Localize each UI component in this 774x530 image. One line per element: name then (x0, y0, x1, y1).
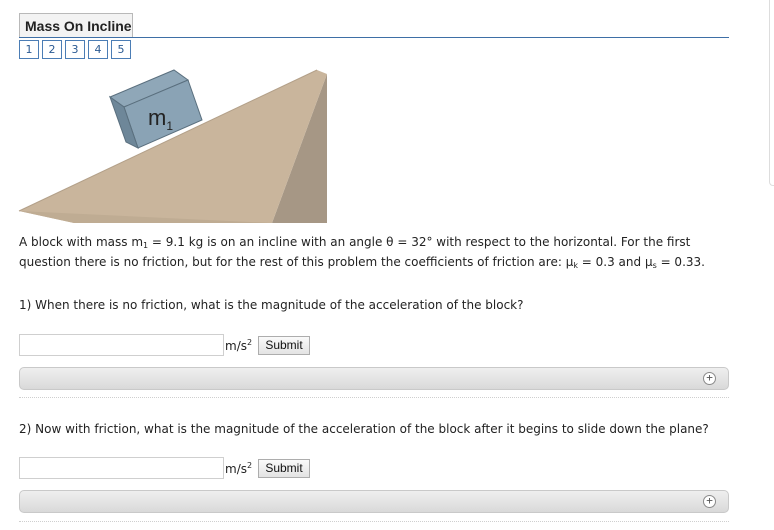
separator (19, 397, 729, 398)
answer-2-unit: m/s2 (225, 461, 253, 476)
hint-2-expander[interactable]: + (19, 490, 729, 513)
page-1-button[interactable]: 1 (19, 40, 39, 59)
page-3-button[interactable]: 3 (65, 40, 85, 59)
separator (19, 521, 729, 522)
problem-title: Mass On Incline (19, 13, 133, 37)
scrollbar[interactable] (769, 0, 774, 186)
incline-figure: m1 (18, 69, 327, 223)
answer-1-unit: m/s2 (225, 338, 253, 353)
page-4-button[interactable]: 4 (88, 40, 108, 59)
hint-1-expander[interactable]: + (19, 367, 729, 390)
page-2-button[interactable]: 2 (42, 40, 62, 59)
plus-circle-icon[interactable]: + (703, 372, 716, 385)
submit-2-button[interactable]: Submit (258, 459, 310, 478)
answer-2-input[interactable] (19, 457, 224, 479)
question-2-text: 2) Now with friction, what is the magnit… (19, 422, 709, 436)
submit-1-button[interactable]: Submit (258, 336, 310, 355)
answer-1-input[interactable] (19, 334, 224, 356)
page-5-button[interactable]: 5 (111, 40, 131, 59)
part-pager: 1 2 3 4 5 (19, 40, 134, 59)
title-divider (19, 37, 729, 38)
problem-statement: A block with mass m1 = 9.1 kg is on an i… (19, 235, 705, 270)
plus-circle-icon[interactable]: + (703, 495, 716, 508)
question-1-text: 1) When there is no friction, what is th… (19, 298, 524, 312)
